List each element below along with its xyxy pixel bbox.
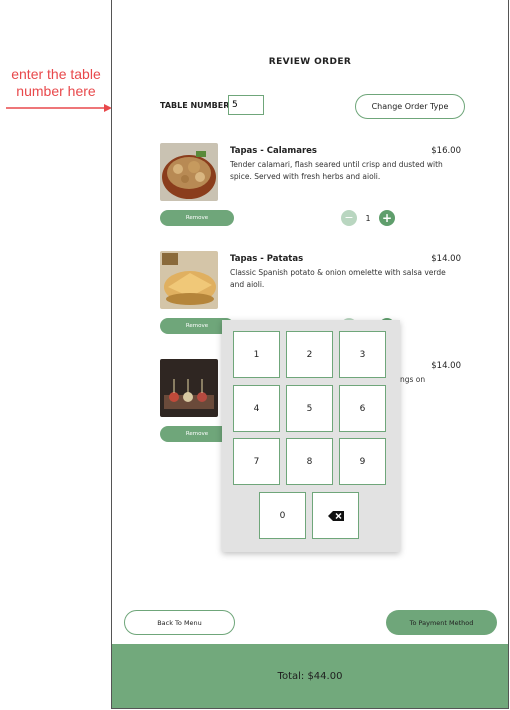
item-3-image: [160, 359, 218, 417]
page-title: REVIEW ORDER: [268, 57, 352, 67]
increase-quantity-button[interactable]: +: [379, 210, 395, 226]
change-order-type-button[interactable]: Change Order Type: [355, 94, 465, 119]
calamares-image: [160, 143, 218, 201]
item-name: Tapas - Calamares: [230, 146, 317, 156]
item-description-partial: ngs on: [400, 375, 426, 384]
key-7[interactable]: 7: [233, 438, 280, 485]
annotation-line-1: enter the table: [11, 66, 101, 82]
key-1[interactable]: 1: [233, 331, 280, 378]
patatas-image: [160, 251, 218, 309]
back-to-menu-button[interactable]: Back To Menu: [124, 610, 235, 635]
item-price: $14.00: [431, 254, 461, 264]
key-2[interactable]: 2: [286, 331, 333, 378]
order-total-bar: Total: $44.00: [112, 644, 508, 708]
key-3[interactable]: 3: [339, 331, 386, 378]
to-payment-method-button[interactable]: To Payment Method: [386, 610, 497, 635]
key-5[interactable]: 5: [286, 385, 333, 432]
key-4[interactable]: 4: [233, 385, 280, 432]
order-total: Total: $44.00: [277, 670, 343, 682]
backspace-icon: [327, 510, 344, 521]
backspace-key[interactable]: [312, 492, 359, 539]
key-9[interactable]: 9: [339, 438, 386, 485]
annotation-arrow-icon: [6, 104, 112, 112]
decrease-quantity-button[interactable]: −: [341, 210, 357, 226]
item-description: Classic Spanish potato & onion omelette …: [230, 268, 446, 289]
key-6[interactable]: 6: [339, 385, 386, 432]
item-name: Tapas - Patatas: [230, 254, 304, 264]
quantity-stepper: − 1 +: [341, 210, 395, 226]
review-order-screen: REVIEW ORDER TABLE NUMBER Change Order T…: [111, 0, 509, 709]
key-0[interactable]: 0: [259, 492, 306, 539]
annotation-line-2: number here: [16, 83, 96, 99]
table-number-input[interactable]: [228, 95, 264, 115]
table-number-label: TABLE NUMBER: [160, 101, 230, 110]
item-price: $14.00: [431, 361, 461, 371]
quantity-value: 1: [365, 213, 371, 223]
item-price: $16.00: [431, 146, 461, 156]
remove-button[interactable]: Remove: [160, 210, 234, 226]
annotation-callout: enter the table number here: [0, 66, 112, 100]
key-8[interactable]: 8: [286, 438, 333, 485]
number-keypad: 1 2 3 4 5 6 7 8 9 0: [222, 320, 400, 552]
item-description: Tender calamari, flash seared until cris…: [230, 160, 443, 181]
